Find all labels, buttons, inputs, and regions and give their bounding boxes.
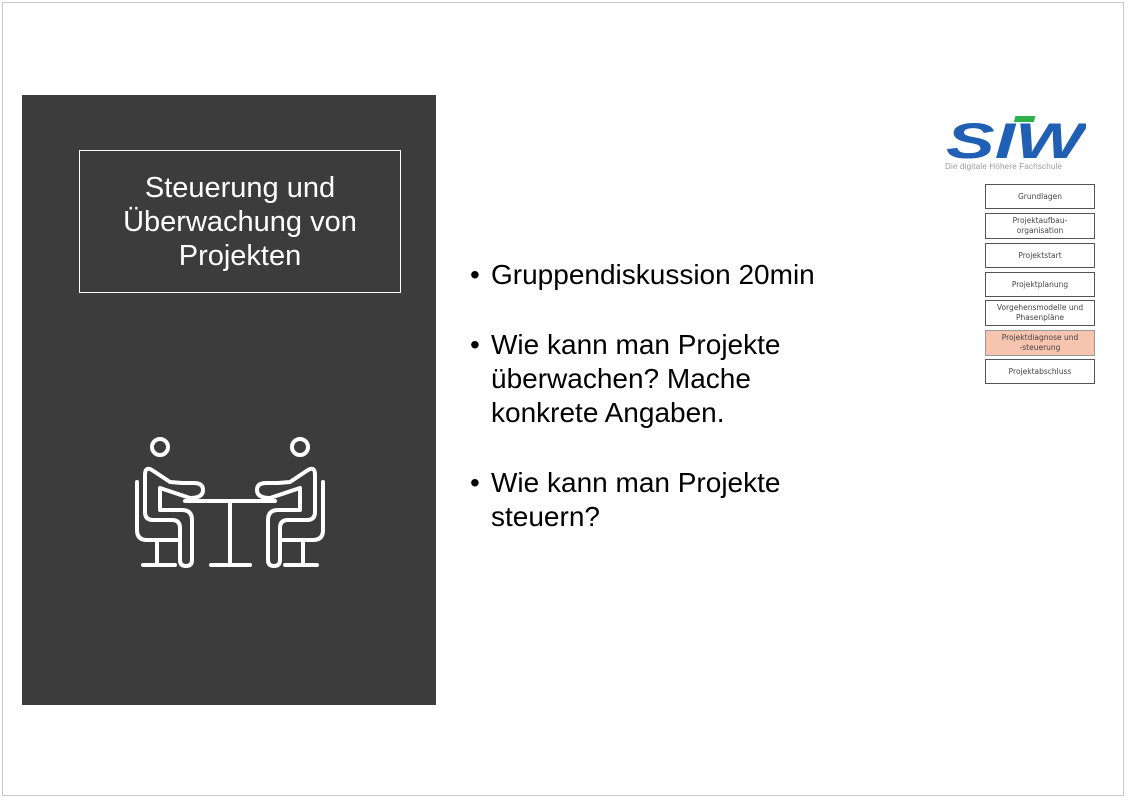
two-people-at-table-icon [135, 437, 325, 568]
bullet-text: Gruppendiskussion 20min [491, 259, 815, 290]
nav-item-projektaufbau[interactable]: Projektaufbau-organisation [985, 213, 1095, 239]
bullet-text: Wie kann man Projekte steuern? [491, 467, 781, 532]
bullet-item: • Wie kann man Projekte überwachen? Mache… [470, 328, 821, 430]
svg-text:SIW: SIW [946, 114, 1086, 160]
slide: Steuerung und Überwachung von Projekten … [0, 0, 1128, 800]
slide-title: Steuerung und Überwachung von Projekten [79, 150, 401, 293]
nav-item-grundlagen[interactable]: Grundlagen [985, 184, 1095, 209]
bullet-dot: • [470, 259, 480, 290]
bullet-dot: • [470, 329, 480, 360]
nav-item-projektdiagnose[interactable]: Projektdiagnose und -steuerung [985, 330, 1095, 356]
bullet-text: Wie kann man Projekte überwachen? Mache … [491, 329, 781, 428]
nav-item-projektplanung[interactable]: Projektplanung [985, 272, 1095, 297]
logo-tagline: Die digitale Höhere Fachschule [945, 162, 1063, 171]
nav-item-vorgehensmodelle[interactable]: Vorgehensmodelle und Phasenpläne [985, 300, 1095, 326]
nav-item-projektabschluss[interactable]: Projektabschluss [985, 359, 1095, 384]
siw-logo: SIW [946, 114, 1086, 160]
bullet-dot: • [470, 467, 480, 498]
bullet-item: • Gruppendiskussion 20min [470, 258, 910, 292]
bullet-list: • Gruppendiskussion 20min • Wie kann man P… [470, 258, 910, 570]
bullet-item: • Wie kann man Projekte steuern? [470, 466, 821, 534]
title-panel: Steuerung und Überwachung von Projekten [22, 95, 436, 705]
nav-item-projektstart[interactable]: Projektstart [985, 243, 1095, 268]
